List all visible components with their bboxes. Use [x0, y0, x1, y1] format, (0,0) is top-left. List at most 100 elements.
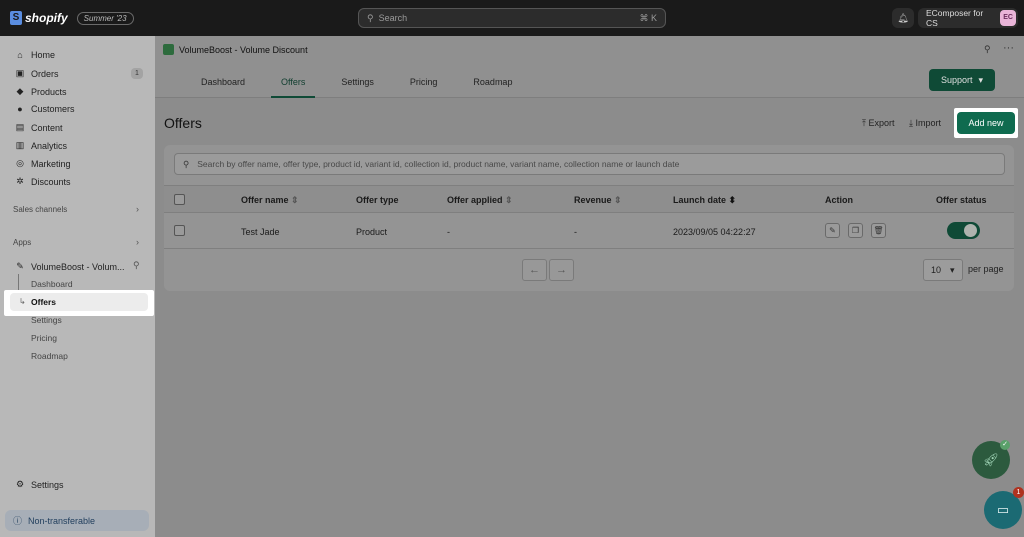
search-placeholder: Search: [378, 13, 408, 23]
more-icon[interactable]: ···: [1003, 42, 1014, 54]
import-button[interactable]: ⤓ Import: [909, 118, 941, 129]
chevron-right-icon[interactable]: ›: [136, 237, 139, 247]
caret-down-icon: ▾: [950, 264, 955, 275]
sidebar-item-label: Home: [31, 50, 56, 60]
column-offer-type: Offer type: [356, 195, 399, 205]
page-title: Offers: [164, 115, 202, 131]
app-title-text: VolumeBoost - Volume Discount: [179, 44, 308, 55]
sidebar-item-content[interactable]: ▤ Content: [15, 122, 63, 133]
sidebar-item-products[interactable]: ◆ Products: [15, 86, 67, 97]
app-title: VolumeBoost - Volume Discount: [163, 44, 308, 55]
avatar: EC: [1000, 10, 1016, 26]
tab-pricing[interactable]: Pricing: [400, 76, 448, 98]
sidebar-subitem-offers-highlight[interactable]: ↳ Offers: [4, 290, 154, 316]
sidebar-item-volumeboost[interactable]: ✎ VolumeBoost - Volum...: [15, 261, 125, 272]
tab-dashboard[interactable]: Dashboard: [191, 76, 255, 98]
home-icon: ⌂: [17, 50, 23, 60]
support-button[interactable]: Support ▾: [929, 69, 995, 91]
column-offer-status: Offer status: [936, 195, 987, 205]
sidebar-subitem-dashboard[interactable]: Dashboard: [31, 279, 73, 289]
sidebar-item-orders[interactable]: ▣ Orders: [15, 68, 59, 79]
sidebar-item-label: Content: [31, 122, 63, 133]
tab-roadmap[interactable]: Roadmap: [463, 76, 522, 98]
offer-status-toggle[interactable]: [947, 222, 980, 239]
store-name: EComposer for CS: [926, 8, 984, 28]
sidebar-item-customers[interactable]: ● Customers: [15, 104, 74, 114]
select-all-checkbox[interactable]: [174, 194, 185, 205]
sidebar-subitem-roadmap[interactable]: Roadmap: [31, 351, 68, 361]
sidebar-item-home[interactable]: ⌂ Home: [15, 50, 55, 60]
prev-page-button[interactable]: ←: [522, 259, 547, 281]
column-offer-applied[interactable]: Offer applied ⇕: [447, 195, 513, 206]
column-label: Offer name: [241, 195, 289, 205]
sidebar-item-label: Discounts: [31, 176, 71, 187]
sidebar-item-label: VolumeBoost - Volum...: [31, 261, 125, 272]
global-search-input[interactable]: ⚲ Search ⌘ K: [358, 8, 666, 28]
sidebar-item-analytics[interactable]: ▥ Analytics: [15, 140, 67, 151]
person-icon: ●: [17, 104, 23, 114]
search-shortcut: ⌘ K: [639, 12, 657, 23]
check-badge-icon: ✓: [1000, 440, 1010, 450]
column-revenue[interactable]: Revenue ⇕: [574, 195, 622, 206]
notifications-bell-icon[interactable]: 🔔︎: [892, 8, 914, 28]
apps-heading[interactable]: Apps: [13, 238, 31, 247]
non-transferable-banner[interactable]: ⓘ Non-transferable: [5, 510, 149, 531]
sidebar-subitem-settings[interactable]: Settings: [31, 315, 62, 325]
top-bar: S shopify Summer '23 ⚲ Search ⌘ K 🔔︎ ECo…: [0, 0, 1024, 36]
offer-applied-cell: -: [447, 227, 450, 237]
tab-offers[interactable]: Offers: [271, 76, 316, 98]
per-page-value: 10: [931, 265, 942, 275]
column-label: Revenue: [574, 195, 612, 205]
app-header: VolumeBoost - Volume Discount ⚲ ··· Dash…: [155, 36, 1024, 98]
column-offer-name[interactable]: Offer name ⇕: [241, 195, 299, 206]
delete-icon[interactable]: 🗑︎: [871, 223, 886, 238]
sort-icon: ⇕: [614, 195, 622, 205]
duplicate-icon[interactable]: ❐: [848, 223, 863, 238]
table-header: Offer name ⇕ Offer type Offer applied ⇕ …: [164, 185, 1014, 213]
column-label: Launch date: [673, 195, 727, 205]
app-logo-icon: [163, 44, 174, 55]
sidebar-item-discounts[interactable]: ✲ Discounts: [15, 176, 71, 187]
column-launch-date[interactable]: Launch date ⬍: [673, 195, 736, 206]
add-new-button[interactable]: Add new: [957, 112, 1015, 134]
target-icon: ◎: [16, 158, 24, 168]
edition-badge: Summer '23: [76, 11, 134, 25]
support-label: Support: [940, 75, 973, 85]
row-checkbox[interactable]: [174, 225, 185, 236]
per-page-label: per page: [968, 264, 1004, 274]
tab-settings[interactable]: Settings: [331, 76, 384, 98]
launch-date-cell: 2023/09/05 04:22:27: [673, 227, 756, 237]
sales-channels-heading[interactable]: Sales channels: [13, 205, 67, 214]
revenue-cell: -: [574, 227, 577, 237]
sidebar-item-marketing[interactable]: ◎ Marketing: [15, 158, 70, 169]
pin-icon[interactable]: ⚲: [133, 260, 140, 271]
next-page-button[interactable]: →: [549, 259, 574, 281]
sidebar: ⌂ Home ▣ Orders 1 ◆ Products ● Customers ▤ Co…: [0, 36, 155, 537]
non-transferable-label: Non-transferable: [28, 515, 96, 526]
rocket-icon: 🚀︎: [982, 452, 1000, 467]
export-label: Export: [868, 118, 895, 128]
add-new-highlight: Add new: [954, 108, 1018, 138]
leaf-icon: ✎: [16, 261, 24, 271]
sidebar-subitem-offers[interactable]: ↳ Offers: [10, 293, 148, 311]
per-page-select[interactable]: 10 ▾: [923, 259, 963, 281]
export-button[interactable]: ⤒ Export: [862, 118, 895, 129]
tree-branch-icon: ↳: [19, 297, 26, 306]
pin-icon[interactable]: ⚲: [984, 44, 991, 55]
shopify-logo[interactable]: S shopify Summer '23: [10, 11, 134, 25]
orders-icon: ▣: [15, 68, 25, 78]
sidebar-item-settings[interactable]: ⚙ Settings: [15, 479, 64, 490]
chat-notification-badge: 1: [1013, 487, 1024, 498]
offer-type-cell: Product: [356, 227, 388, 237]
store-menu[interactable]: EComposer for CS EC: [918, 8, 1018, 28]
sort-icon: ⇕: [505, 195, 513, 205]
table-row[interactable]: Test Jade Product - - 2023/09/05 04:22:2…: [164, 213, 1014, 249]
offer-name-cell[interactable]: Test Jade: [241, 227, 280, 237]
gear-icon: ⚙: [15, 479, 25, 489]
offers-search-input[interactable]: ⚲ Search by offer name, offer type, prod…: [174, 153, 1005, 175]
chevron-right-icon[interactable]: ›: [136, 204, 139, 214]
edit-icon[interactable]: ✎: [825, 223, 840, 238]
info-icon: ⓘ: [13, 516, 23, 526]
sidebar-subitem-pricing[interactable]: Pricing: [31, 333, 57, 343]
offers-card: ⚲ Search by offer name, offer type, prod…: [164, 145, 1014, 291]
